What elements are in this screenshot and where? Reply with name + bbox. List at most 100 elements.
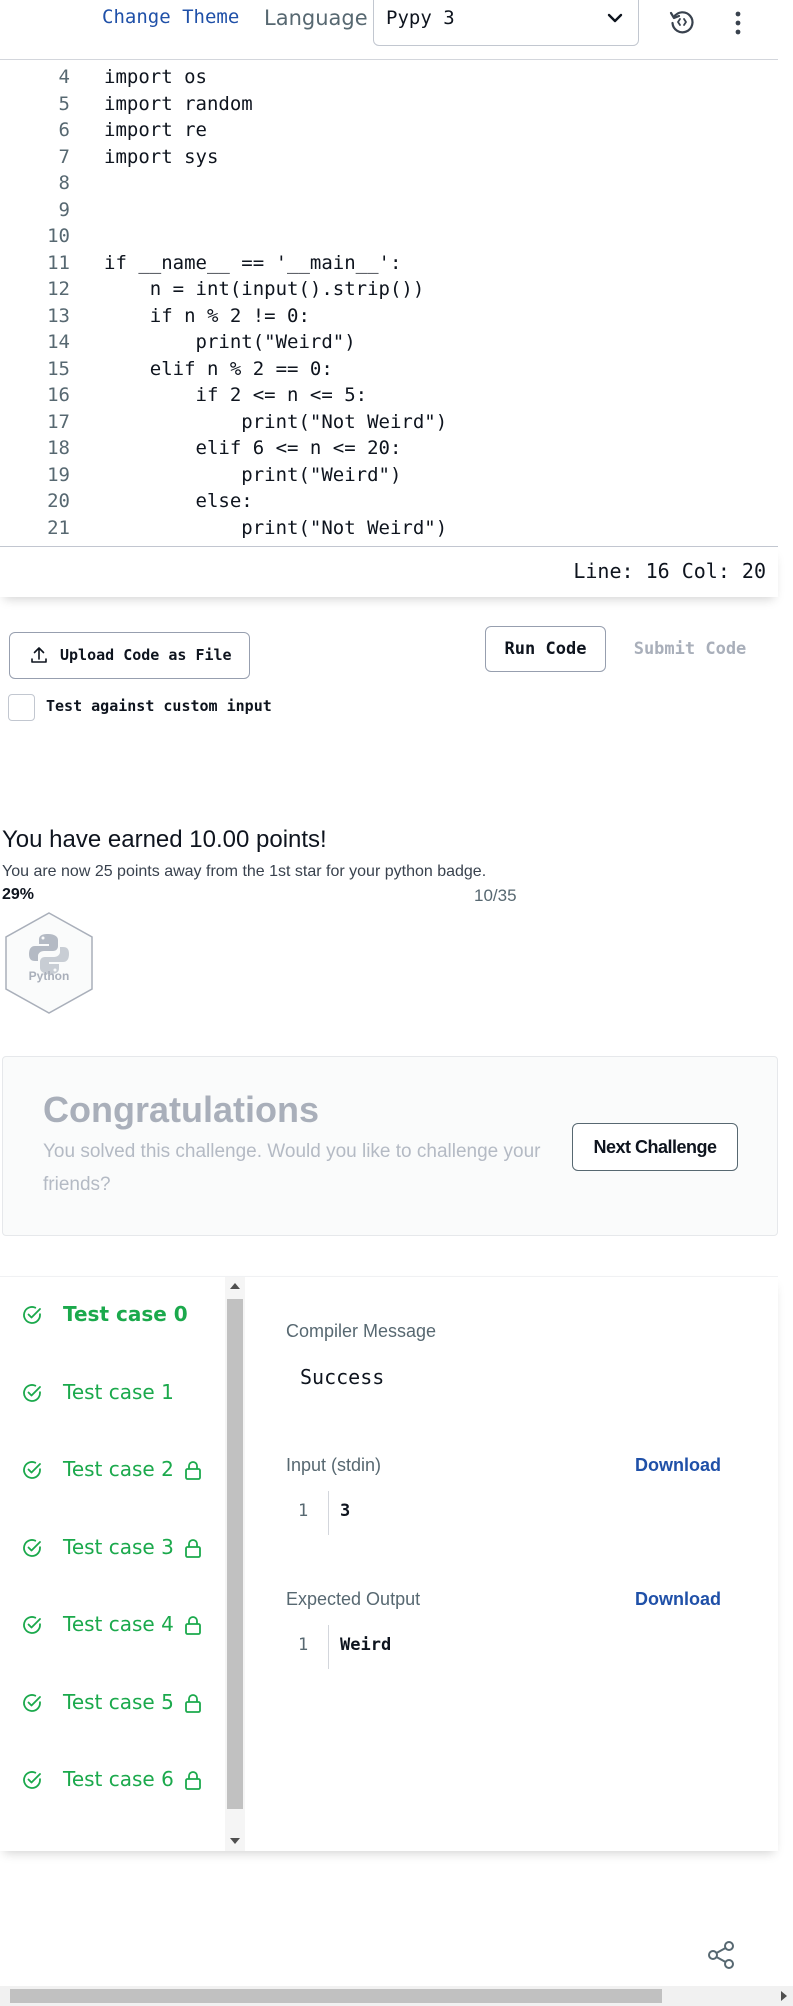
code-text: elif 6 <= n <= 20:: [104, 437, 402, 459]
code-line[interactable]: 21 print("Not Weird"): [0, 517, 778, 544]
line-number: 14: [47, 331, 70, 353]
line-number: 7: [58, 145, 70, 168]
test-case-list[interactable]: Test case 0 Test case 1 Test case 2 Test ca…: [0, 1277, 225, 1851]
badge-label: Python: [28, 969, 70, 983]
lock-icon: [185, 1771, 201, 1790]
line-number: 20: [47, 490, 70, 512]
code-line[interactable]: 17 print("Not Weird"): [0, 411, 778, 438]
line-number: 18: [47, 437, 70, 459]
run-code-button[interactable]: Run Code: [485, 626, 606, 672]
test-case-item[interactable]: Test case 6: [0, 1752, 225, 1812]
test-list-scrollbar[interactable]: [225, 1277, 245, 1851]
test-case-item[interactable]: Test case 5: [0, 1675, 225, 1735]
code-line[interactable]: 11 if __name__ == '__main__':: [0, 252, 778, 279]
code-line[interactable]: 4 import os: [0, 66, 778, 93]
kebab-menu-icon[interactable]: [730, 8, 746, 38]
code-line[interactable]: 14 print("Weird"): [0, 331, 778, 358]
test-case-item[interactable]: Test case 0: [0, 1287, 225, 1347]
scroll-right-arrow-icon[interactable]: [781, 1991, 787, 2001]
code-text: import re: [104, 119, 207, 141]
language-select[interactable]: Pypy 3: [373, 0, 639, 46]
code-text: print("Not Weird"): [104, 516, 448, 539]
code-text: else:: [104, 490, 253, 512]
custom-input-label[interactable]: Test against custom input: [46, 697, 272, 715]
code-line[interactable]: 18 elif 6 <= n <= 20:: [0, 437, 778, 464]
code-text: import os: [104, 66, 207, 88]
compiler-message: Success: [300, 1365, 385, 1389]
congratulations-text: You solved this challenge. Would you lik…: [43, 1141, 541, 1195]
line-number: 21: [47, 516, 70, 539]
test-case-name: Test case 3: [63, 1534, 174, 1559]
submit-code-button[interactable]: Submit Code: [620, 626, 760, 672]
test-case-item[interactable]: Test case 4: [0, 1597, 225, 1657]
download-input-link[interactable]: Download: [635, 1455, 721, 1476]
expected-line-number: 1: [298, 1635, 309, 1655]
expected-output-label: Expected Output: [286, 1589, 421, 1609]
lock-icon: [185, 1538, 201, 1558]
change-theme-link[interactable]: Change Theme: [102, 6, 239, 28]
line-number: 9: [58, 198, 70, 221]
test-case-name: Test case 4: [63, 1612, 174, 1636]
horizontal-scrollbar[interactable]: [0, 1986, 793, 2006]
code-text: n = int(input().strip()): [104, 278, 425, 300]
check-circle-icon: [23, 1616, 41, 1634]
code-line[interactable]: 19 print("Weird"): [0, 464, 778, 491]
badge-progress-percent: 29%: [2, 886, 35, 903]
congratulations-title: Congratulations: [43, 1089, 319, 1130]
test-case-item[interactable]: Test case 2: [0, 1442, 225, 1502]
compiler-message-label: Compiler Message: [286, 1321, 437, 1341]
code-text: import sys: [104, 145, 219, 168]
scroll-up-arrow-icon[interactable]: [230, 1283, 240, 1289]
input-line-number: 1: [298, 1501, 309, 1521]
test-case-name: Test case 6: [63, 1767, 174, 1791]
code-line[interactable]: 9: [0, 199, 778, 226]
code-line[interactable]: 16 if 2 <= n <= 5:: [0, 384, 778, 411]
code-text: elif n % 2 == 0:: [104, 357, 333, 380]
next-challenge-button[interactable]: Next Challenge: [572, 1123, 738, 1171]
code-line[interactable]: 8: [0, 172, 778, 199]
code-line[interactable]: 13 if n % 2 != 0:: [0, 305, 778, 332]
gutter-divider: [328, 1491, 329, 1535]
line-number: 10: [47, 225, 70, 247]
language-value: Pypy 3: [386, 7, 455, 29]
check-circle-icon: [23, 1461, 41, 1479]
code-text: import random: [104, 92, 253, 115]
points-earned: You have earned 10.00 points!: [2, 826, 327, 853]
badge-progress-fraction: 10/35: [474, 886, 517, 905]
custom-input-checkbox[interactable]: [8, 694, 35, 721]
code-line[interactable]: 10: [0, 225, 778, 252]
share-icon[interactable]: [706, 1940, 736, 1970]
test-case-item[interactable]: Test case 3: [0, 1520, 225, 1580]
test-case-item[interactable]: Test case 1: [0, 1365, 225, 1425]
code-line[interactable]: 15 elif n % 2 == 0:: [0, 358, 778, 385]
test-case-name: Test case 2: [63, 1457, 174, 1481]
download-expected-link[interactable]: Download: [635, 1589, 721, 1610]
input-label: Input (stdin): [286, 1455, 382, 1475]
code-text: if 2 <= n <= 5:: [104, 384, 368, 406]
expected-output-block: 1 Weird: [286, 1625, 726, 1669]
code-line[interactable]: 6 import re: [0, 119, 778, 146]
reset-icon[interactable]: [668, 8, 696, 36]
code-line[interactable]: 12 n = int(input().strip()): [0, 278, 778, 305]
points-away-text: You are now 25 points away from the 1st …: [2, 863, 487, 880]
horizontal-scrollbar-thumb[interactable]: [10, 1989, 662, 2003]
language-label: Language: [264, 6, 368, 30]
check-circle-icon: [23, 1383, 41, 1402]
code-line[interactable]: 5 import random: [0, 93, 778, 120]
check-circle-icon: [23, 1306, 41, 1324]
line-number: 8: [58, 172, 70, 194]
check-circle-icon: [23, 1771, 41, 1789]
gutter-divider: [328, 1625, 329, 1669]
line-number: 4: [58, 66, 70, 88]
test-result-pane: Compiler Message Success Input (stdin) D…: [245, 1277, 778, 1851]
code-text: if n % 2 != 0:: [104, 304, 310, 327]
line-number: 19: [47, 463, 70, 486]
scrollbar-thumb[interactable]: [227, 1299, 243, 1809]
python-badge[interactable]: [0, 910, 98, 1016]
code-line[interactable]: 20 else:: [0, 490, 778, 517]
scroll-down-arrow-icon[interactable]: [230, 1838, 240, 1844]
code-line[interactable]: 7 import sys: [0, 146, 778, 173]
upload-code-button[interactable]: Upload Code as File: [9, 632, 250, 679]
cursor-position: Line: 16 Col: 20: [573, 559, 766, 583]
code-editor[interactable]: 4 import os 5 import random 6 import re 7 impor…: [0, 66, 778, 546]
